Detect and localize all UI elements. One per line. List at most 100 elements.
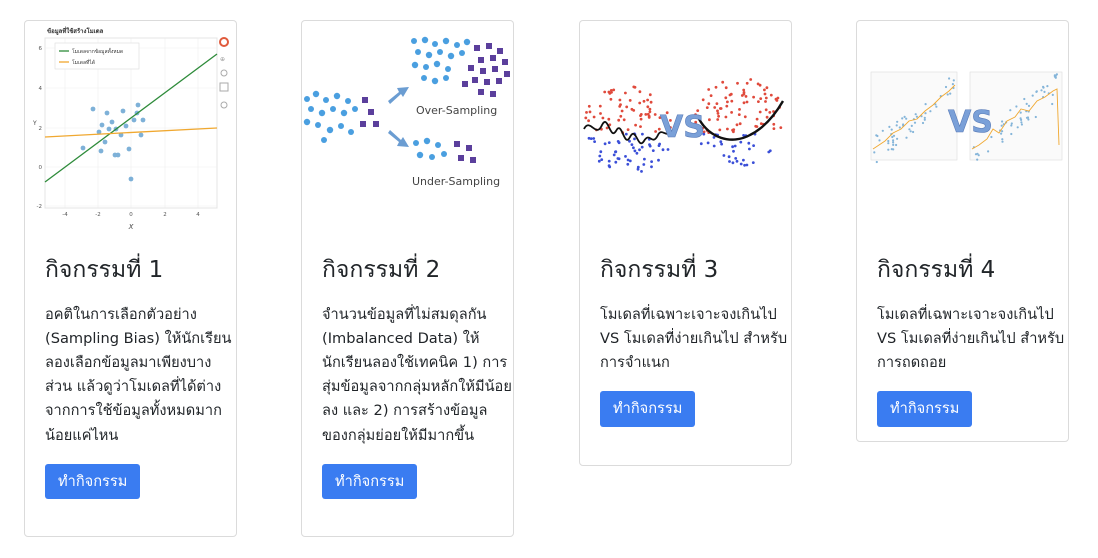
class-b-point (728, 160, 731, 163)
class-a-point (624, 91, 627, 95)
class-a-point (717, 114, 720, 118)
class-b-point (630, 143, 634, 146)
regression-point (910, 124, 913, 127)
class-a-point (730, 99, 734, 103)
class-a-point (759, 97, 763, 100)
card-description: โมเดลที่เฉพาะเจาะจงเกินไป VS โมเดลที่ง่า… (877, 305, 1065, 371)
regression-point (1055, 73, 1058, 76)
regression-point (1051, 102, 1054, 106)
regression-point (892, 134, 896, 137)
class-a-point (764, 108, 768, 112)
class-a-point (779, 126, 783, 129)
class-a-point (764, 100, 767, 103)
class-b-point (739, 162, 743, 166)
class-a-point (755, 117, 759, 121)
class-a-point (588, 110, 592, 114)
class-b-point (616, 140, 620, 143)
class-a-point (738, 122, 742, 126)
class-b-point (742, 158, 745, 162)
regression-point (896, 137, 899, 140)
do-activity-button-2[interactable]: ทำกิจกรรม (322, 463, 418, 500)
class-a-point (598, 104, 602, 108)
class-b-point (722, 154, 726, 157)
class-b-point (635, 151, 639, 155)
regression-point (1046, 85, 1049, 88)
regression-point (895, 124, 898, 127)
class-a-point (745, 100, 749, 104)
svg-text:2: 2 (163, 212, 167, 218)
do-activity-button-3[interactable]: ทำกิจกรรม (600, 391, 696, 427)
class-a-points-left (584, 85, 672, 135)
class-a-point (757, 100, 760, 103)
class-b-point (626, 162, 630, 166)
class-b-point (633, 149, 637, 153)
do-activity-button-4[interactable]: ทำกิจกรรม (877, 391, 973, 427)
class-a-point (648, 107, 652, 111)
regression-point (898, 126, 901, 129)
bokeh-logo-icon (219, 37, 229, 47)
class-b-point (666, 148, 670, 151)
card-title: กิจกรรมที่ 1 (45, 257, 164, 283)
regression-point (948, 77, 951, 80)
regression-point (1025, 102, 1028, 105)
regression-point (1034, 115, 1037, 119)
regression-point (1000, 124, 1003, 127)
class-a-point (742, 101, 746, 105)
regression-point (1001, 120, 1004, 123)
regression-point (873, 151, 876, 154)
class-a-point (719, 107, 723, 110)
do-activity-button-1[interactable]: ทำกิจกรรม (45, 463, 141, 500)
overfit-decision-boundary (583, 121, 673, 145)
class-a-point (620, 109, 624, 113)
class-a-point (584, 116, 588, 120)
vs-label: VS (660, 110, 705, 145)
class-b-point (719, 140, 723, 144)
class-a-point (646, 105, 650, 109)
card-body: กิจกรรมที่ 3 โมเดลที่เฉพาะเจาะจงเกินไป V… (600, 257, 790, 427)
imbalanced-data-image: Over-Sampling Under-Sampling (303, 36, 510, 188)
class-a-point (644, 113, 648, 116)
class-a-point (707, 102, 711, 106)
class-b-point (597, 159, 601, 163)
class-b-point (640, 145, 644, 149)
class-a-point (776, 96, 780, 100)
arrows (388, 87, 409, 147)
class-b-point (747, 141, 751, 145)
regression-point (890, 148, 893, 151)
class-a-point (718, 128, 722, 132)
regression-point (1001, 130, 1004, 133)
class-b-point (598, 154, 602, 158)
class-b-point (641, 132, 644, 136)
regression-point (1027, 118, 1030, 121)
regression-point (924, 112, 927, 115)
class-a-point (601, 116, 605, 120)
activity-card-3: VS กิจกรรมที่ 3 โมเดลที่เฉพาะเจาะจงเกินไ… (579, 20, 792, 466)
class-a-point (749, 78, 753, 81)
card-title: กิจกรรมที่ 2 (322, 257, 441, 283)
class-b-point (607, 164, 611, 168)
class-b-point (607, 141, 611, 144)
majority-class-points (303, 90, 358, 143)
class-b-point (732, 149, 735, 153)
class-a-point (609, 97, 613, 101)
class-a-point (653, 113, 657, 116)
class-a-point (617, 118, 621, 122)
class-a-point (726, 127, 729, 131)
regression-point (946, 93, 949, 96)
class-a-point (592, 115, 596, 119)
class-a-point (763, 92, 767, 96)
regression-point (1010, 122, 1013, 125)
class-a-point (729, 92, 733, 96)
y-axis-label: Y (32, 120, 37, 127)
class-b-point (636, 165, 640, 169)
class-a-point (612, 88, 616, 92)
class-a-point (603, 90, 607, 94)
help-tool-icon (220, 101, 228, 109)
class-a-point (724, 96, 728, 100)
class-b-point (642, 163, 646, 166)
save-tool-icon (219, 82, 229, 92)
minority-class-points (360, 97, 379, 127)
overfit-plot-frame (870, 71, 958, 161)
class-a-point (639, 125, 642, 128)
regression-fit-image: VS (870, 71, 1063, 164)
